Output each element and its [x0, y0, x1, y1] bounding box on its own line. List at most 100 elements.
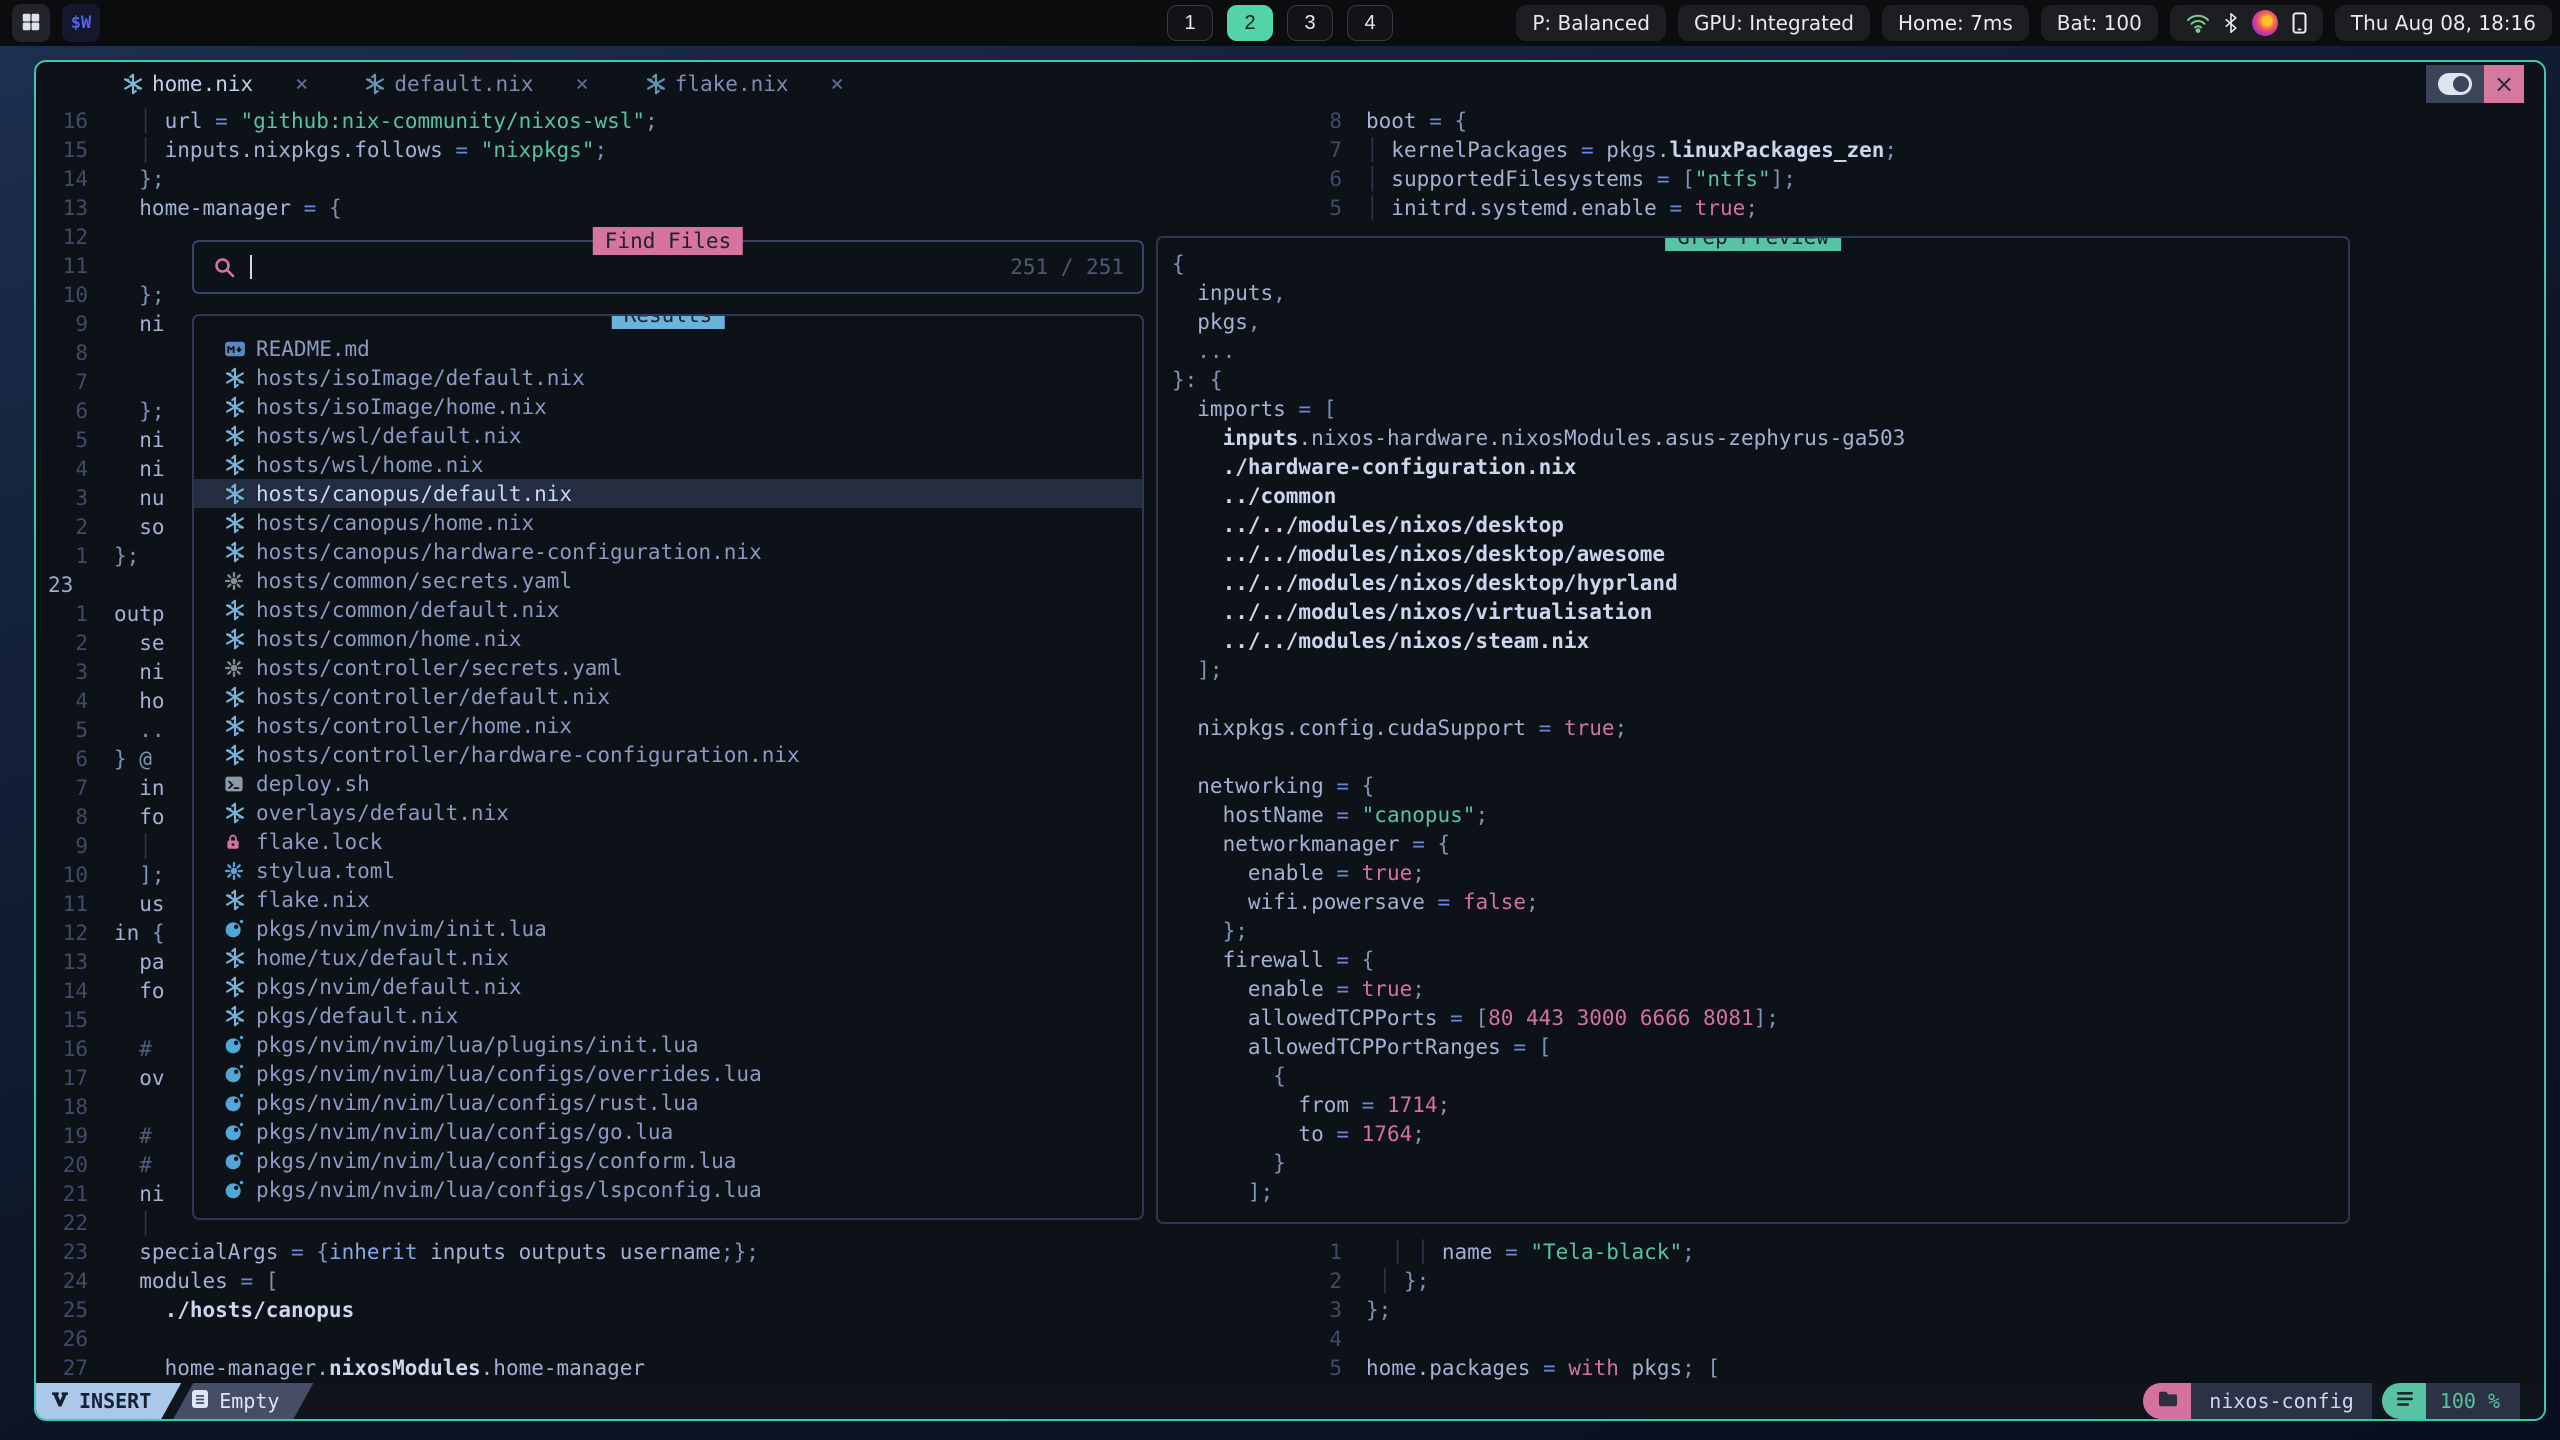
gpu-module[interactable]: GPU: Integrated: [1678, 5, 1870, 41]
code-line: 5│ initrd.systemd.enable = true;: [1306, 194, 2544, 223]
result-item[interactable]: README.md: [194, 334, 1142, 363]
system-tray[interactable]: [2170, 5, 2323, 41]
result-label: hosts/controller/default.nix: [256, 685, 610, 709]
result-item[interactable]: hosts/controller/secrets.yaml: [194, 653, 1142, 682]
result-item[interactable]: hosts/common/default.nix: [194, 595, 1142, 624]
result-item[interactable]: hosts/canopus/default.nix: [194, 479, 1142, 508]
result-item[interactable]: pkgs/default.nix: [194, 1001, 1142, 1030]
buffer-indicator: Empty: [173, 1383, 313, 1419]
line-number: 7: [36, 368, 102, 397]
code-text: networking = {: [1172, 772, 1374, 801]
result-item[interactable]: pkgs/nvim/nvim/lua/configs/overrides.lua: [194, 1059, 1142, 1088]
battery-module[interactable]: Bat: 100: [2041, 5, 2158, 41]
close-icon: ×: [2494, 70, 2514, 98]
yaml-icon: [224, 658, 248, 678]
find-files-input-window: Find Files 251 / 251: [192, 240, 1144, 294]
code-line: allowedTCPPorts = [80 443 3000 6666 8081…: [1172, 1004, 2348, 1033]
nix-icon: [224, 541, 248, 563]
code-text: [102, 339, 114, 368]
result-label: home/tux/default.nix: [256, 946, 509, 970]
result-item[interactable]: hosts/isoImage/home.nix: [194, 392, 1142, 421]
tab-close-button[interactable]: ×: [295, 72, 308, 97]
result-item[interactable]: stylua.toml: [194, 856, 1142, 885]
result-label: flake.nix: [256, 888, 370, 912]
result-item[interactable]: hosts/common/home.nix: [194, 624, 1142, 653]
code-line: firewall = {: [1172, 946, 2348, 975]
statusline: INSERT Empty nixos-config 100 %: [36, 1383, 2544, 1419]
result-item[interactable]: pkgs/nvim/nvim/lua/configs/go.lua: [194, 1117, 1142, 1146]
result-item[interactable]: flake.lock: [194, 827, 1142, 856]
search-input[interactable]: [250, 255, 252, 279]
bluetooth-icon[interactable]: [2224, 12, 2238, 34]
media-icon[interactable]: [2252, 10, 2278, 36]
line-number: 2: [36, 629, 102, 658]
power-profile-module[interactable]: P: Balanced: [1516, 5, 1666, 41]
code-text: fo: [102, 977, 165, 1006]
search-icon: [212, 255, 236, 279]
code-line: ];: [1172, 1178, 2348, 1207]
code-text: [1354, 1325, 1366, 1354]
code-line: 7│ kernelPackages = pkgs.linuxPackages_z…: [1306, 136, 2544, 165]
code-line: ../../modules/nixos/desktop/hyprland: [1172, 569, 2348, 598]
result-label: hosts/canopus/default.nix: [256, 482, 572, 506]
result-item[interactable]: pkgs/nvim/nvim/lua/configs/rust.lua: [194, 1088, 1142, 1117]
latency-module[interactable]: Home: 7ms: [1882, 5, 2029, 41]
tab-flake.nix[interactable]: flake.nix×: [617, 62, 872, 106]
tab-close-button[interactable]: ×: [831, 72, 844, 97]
result-item[interactable]: pkgs/nvim/nvim/init.lua: [194, 914, 1142, 943]
code-text: ../../modules/nixos/steam.nix: [1172, 627, 1589, 656]
line-number: 5: [1306, 1354, 1354, 1383]
result-count: 251 / 251: [1010, 255, 1124, 279]
code-text: home-manager = {: [102, 194, 342, 223]
result-item[interactable]: flake.nix: [194, 885, 1142, 914]
result-item[interactable]: deploy.sh: [194, 769, 1142, 798]
tab-default.nix[interactable]: default.nix×: [336, 62, 616, 106]
preview-window[interactable]: Grep Preview { inputs, pkgs, ...}: { imp…: [1156, 236, 2350, 1224]
result-item[interactable]: pkgs/nvim/default.nix: [194, 972, 1142, 1001]
code-line: 24 modules = [: [36, 1267, 1306, 1296]
toggle-button[interactable]: [2426, 65, 2484, 103]
result-item[interactable]: hosts/controller/default.nix: [194, 682, 1142, 711]
result-item[interactable]: hosts/controller/hardware-configuration.…: [194, 740, 1142, 769]
clock[interactable]: Thu Aug 08, 18:16: [2335, 5, 2552, 41]
line-number: 1: [36, 542, 102, 571]
result-item[interactable]: hosts/wsl/default.nix: [194, 421, 1142, 450]
result-item[interactable]: pkgs/nvim/nvim/lua/configs/conform.lua: [194, 1146, 1142, 1175]
result-item[interactable]: home/tux/default.nix: [194, 943, 1142, 972]
result-item[interactable]: hosts/controller/home.nix: [194, 711, 1142, 740]
workspace-button-4[interactable]: 4: [1347, 5, 1393, 41]
result-item[interactable]: hosts/canopus/hardware-configuration.nix: [194, 537, 1142, 566]
code-text: hostName = "canopus";: [1172, 801, 1488, 830]
tab-close-button[interactable]: ×: [575, 72, 588, 97]
results-list: README.mdhosts/isoImage/default.nixhosts…: [194, 316, 1142, 1204]
result-item[interactable]: hosts/wsl/home.nix: [194, 450, 1142, 479]
toml-icon: [224, 861, 248, 881]
result-item[interactable]: pkgs/nvim/nvim/lua/plugins/init.lua: [194, 1030, 1142, 1059]
window-close-button[interactable]: ×: [2484, 65, 2524, 103]
code-line: inputs.nixos-hardware.nixosModules.asus-…: [1172, 424, 2348, 453]
lua-icon: [224, 1035, 248, 1055]
code-line: ../common: [1172, 482, 2348, 511]
tablet-icon[interactable]: [2292, 12, 2307, 34]
tab-home.nix[interactable]: home.nix×: [94, 62, 336, 106]
workspace-button-3[interactable]: 3: [1287, 5, 1333, 41]
line-number: 13: [36, 194, 102, 223]
code-text: [102, 1006, 114, 1035]
workspace-button-2[interactable]: 2: [1227, 5, 1273, 41]
result-item[interactable]: hosts/common/secrets.yaml: [194, 566, 1142, 595]
result-item[interactable]: overlays/default.nix: [194, 798, 1142, 827]
code-text: pa: [102, 948, 165, 977]
code-line: 5home.packages = with pkgs; [: [1306, 1354, 2544, 1383]
network-icon[interactable]: [2186, 13, 2210, 33]
result-item[interactable]: hosts/isoImage/default.nix: [194, 363, 1142, 392]
code-line: pkgs,: [1172, 308, 2348, 337]
result-item[interactable]: pkgs/nvim/nvim/lua/configs/lspconfig.lua: [194, 1175, 1142, 1204]
result-item[interactable]: hosts/canopus/home.nix: [194, 508, 1142, 537]
markdown-icon: [224, 340, 248, 358]
result-label: pkgs/nvim/nvim/lua/configs/overrides.lua: [256, 1062, 762, 1086]
app-launcher-button[interactable]: [12, 4, 50, 42]
code-line: 26: [36, 1325, 1306, 1354]
terminal-launcher-button[interactable]: $W: [62, 4, 100, 42]
tabs: home.nix×default.nix×flake.nix×: [94, 62, 872, 106]
workspace-button-1[interactable]: 1: [1167, 5, 1213, 41]
